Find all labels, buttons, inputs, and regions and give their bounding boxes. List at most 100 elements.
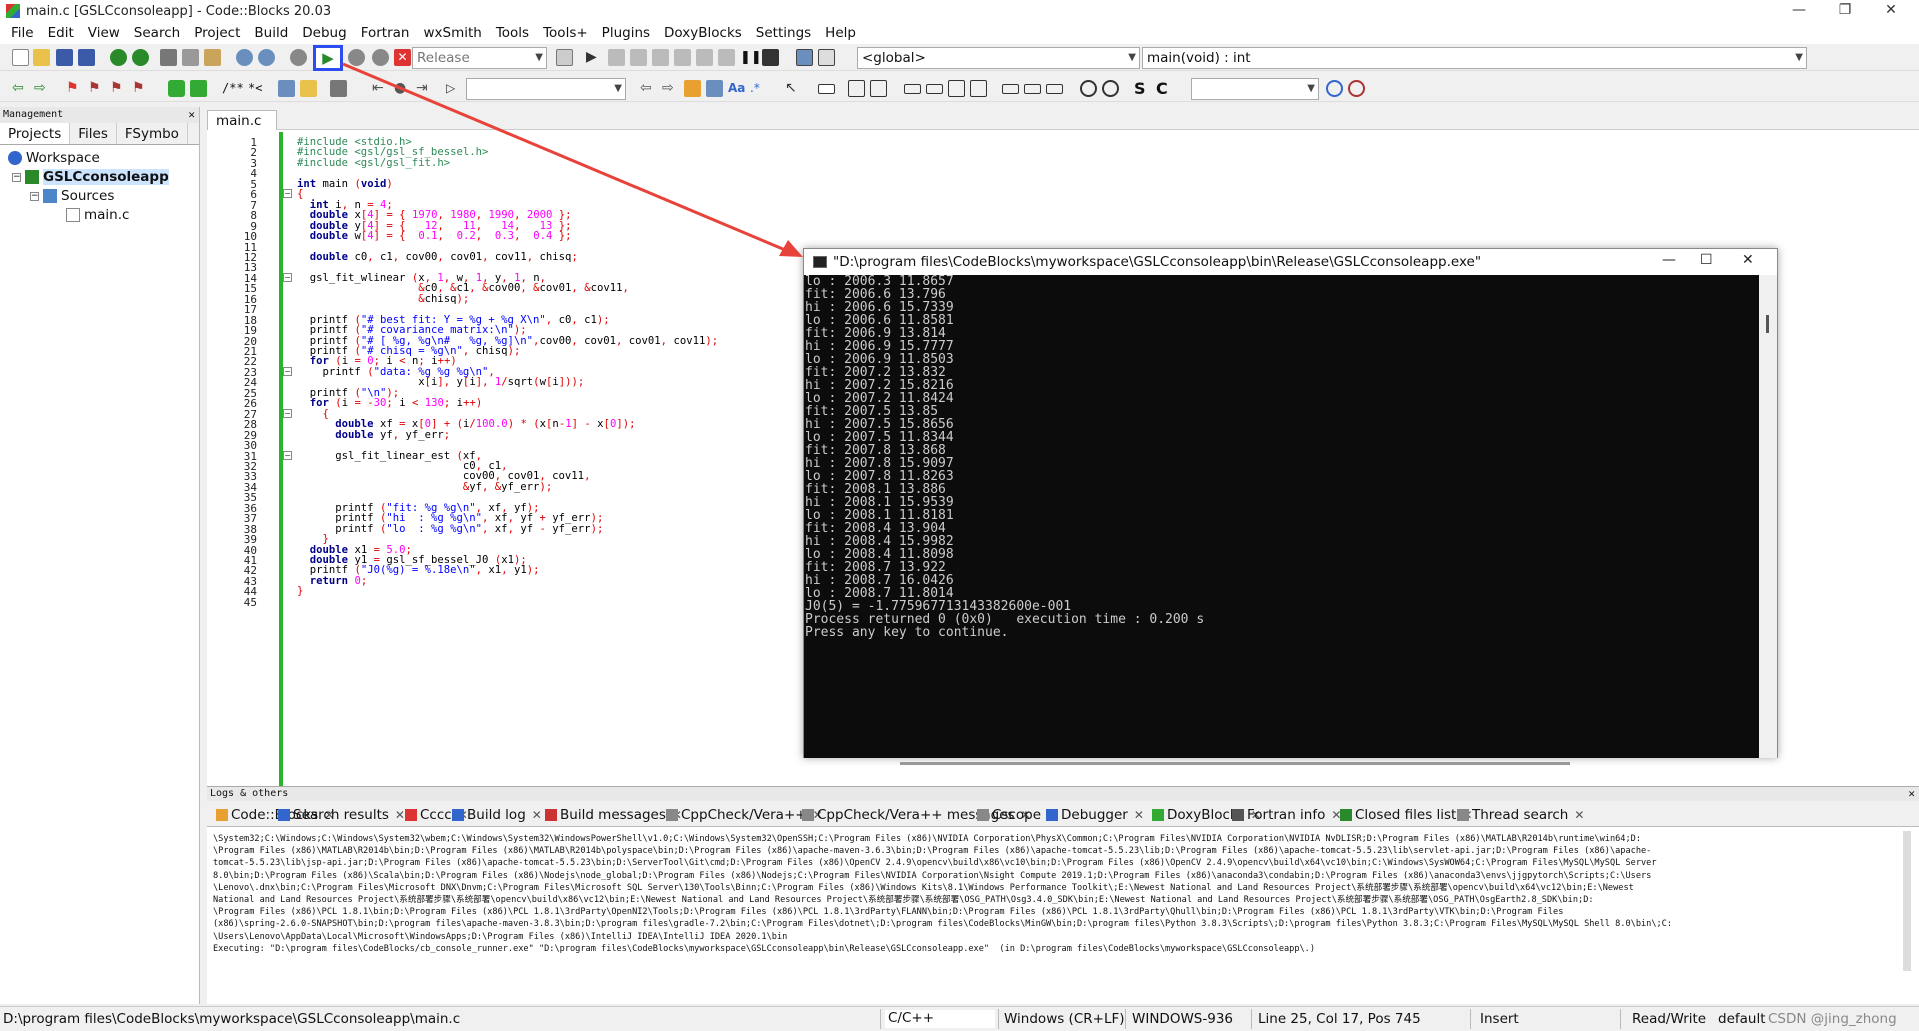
tree-item-project[interactable]: − GSLCconsoleapp <box>12 169 169 185</box>
debug-info-icon[interactable] <box>818 49 835 66</box>
log-tab-debugger[interactable]: Debugger ✕ <box>1046 805 1144 825</box>
code-line[interactable]: double c0, c1, cov00, cov01, cov11, chis… <box>297 251 578 264</box>
menu-fortran[interactable]: Fortran <box>354 25 417 41</box>
collapse-icon[interactable]: − <box>12 172 21 182</box>
wx-frame-icon[interactable] <box>818 84 835 94</box>
wx-sizer-icon[interactable] <box>904 84 921 94</box>
tree-item-workspace[interactable]: Workspace <box>8 150 100 166</box>
find-icon[interactable] <box>236 49 253 66</box>
wx-flex-sizer-icon[interactable] <box>970 80 987 97</box>
step-into-icon[interactable] <box>652 49 669 66</box>
collapse-icon[interactable]: − <box>30 191 39 201</box>
stop-debug-icon[interactable] <box>762 49 779 66</box>
management-tab-fsymbo[interactable]: FSymbo <box>117 123 188 144</box>
pause-icon[interactable]: ❚❚ <box>740 49 762 66</box>
highlight-icon[interactable]: ▷ <box>446 80 463 97</box>
editor-scrollbar[interactable] <box>900 762 1570 765</box>
menu-tools-[interactable]: Tools+ <box>536 25 595 41</box>
symbol-search-input[interactable]: ▼ <box>1191 78 1319 100</box>
menu-edit[interactable]: Edit <box>41 25 81 41</box>
code-line[interactable]: int main (void) <box>297 178 393 191</box>
menu-project[interactable]: Project <box>187 25 247 41</box>
code-line[interactable]: double w[4] = { 0.1, 0.2, 0.3, 0.4 }; <box>297 230 572 243</box>
log-tab-build-log[interactable]: Build log ✕ <box>452 805 542 825</box>
maximize-button[interactable]: ❐ <box>1822 0 1868 22</box>
scope-select[interactable]: <global> ▼ <box>857 47 1140 69</box>
function-select[interactable]: main(void) : int ▼ <box>1142 47 1807 69</box>
zoom-out-icon[interactable] <box>1102 80 1119 97</box>
pointer-icon[interactable]: ↖ <box>785 80 802 97</box>
tree-item-sources[interactable]: − Sources <box>30 188 114 204</box>
minimize-button[interactable]: — <box>1776 0 1822 22</box>
wx-widget-icon[interactable] <box>1046 84 1063 94</box>
management-tab-files[interactable]: Files <box>70 123 117 144</box>
wx-box-sizer-icon[interactable] <box>926 84 943 94</box>
logs-close-button[interactable]: ✕ <box>1908 787 1915 801</box>
console-output[interactable]: lo : 2006.3 11.8657 fit: 2006.6 13.796 hi … <box>804 275 1760 758</box>
run-icon[interactable]: ▶ <box>313 45 343 71</box>
regex-icon[interactable]: .* <box>750 80 767 97</box>
log-tab-close-icon[interactable]: ✕ <box>395 808 405 822</box>
code-line[interactable]: &yf, &yf_err); <box>297 481 552 494</box>
paste-icon[interactable] <box>204 49 221 66</box>
console-minimize-button[interactable]: — <box>1662 252 1676 268</box>
doxy-extract-icon[interactable] <box>300 80 317 97</box>
log-tab-close-icon[interactable]: ✕ <box>1574 808 1584 822</box>
redo-icon[interactable] <box>132 49 149 66</box>
nav-forward-icon[interactable]: ⇨ <box>34 80 51 97</box>
log-tab-closed-files-list[interactable]: Closed files list✕ <box>1340 805 1472 825</box>
bookmark-prev-icon[interactable]: ⚑ <box>88 80 105 97</box>
code-line[interactable]: double yf, yf_err; <box>297 429 450 442</box>
debug-start-icon[interactable]: ▶ <box>586 49 603 66</box>
console-maximize-button[interactable]: ☐ <box>1700 252 1713 268</box>
cut-icon[interactable] <box>160 49 177 66</box>
rebuild-icon[interactable] <box>372 49 389 66</box>
log-scrollbar[interactable] <box>1903 831 1911 971</box>
highlight-search-input[interactable]: ▼ <box>466 78 626 100</box>
selection-icon[interactable] <box>706 80 723 97</box>
menu-search[interactable]: Search <box>127 25 187 41</box>
fold-marker-icon[interactable]: − <box>283 189 292 199</box>
build-and-run-icon[interactable] <box>348 49 365 66</box>
menu-help[interactable]: Help <box>818 25 863 41</box>
wx-spacer-icon[interactable] <box>1002 84 1019 94</box>
jump-icon[interactable]: ● <box>394 80 411 97</box>
build-target-select[interactable]: Release ▼ <box>412 47 547 69</box>
log-tab-thread-search[interactable]: Thread search ✕ <box>1457 805 1584 825</box>
menu-settings[interactable]: Settings <box>749 25 818 41</box>
undo-icon[interactable] <box>110 49 127 66</box>
fold-marker-icon[interactable]: − <box>283 450 292 460</box>
tree-item-main-c[interactable]: main.c <box>66 207 129 223</box>
abort-icon[interactable]: ✕ <box>394 49 411 66</box>
doxy-block-icon[interactable] <box>168 80 185 97</box>
next-instruction-icon[interactable] <box>696 49 713 66</box>
comment-block-icon[interactable]: /** <box>222 80 244 97</box>
next-line-icon[interactable] <box>630 49 647 66</box>
nav-back-icon[interactable]: ⇦ <box>12 80 29 97</box>
console-scroll-thumb[interactable] <box>1766 315 1769 333</box>
symbol-c-icon[interactable]: C <box>1156 80 1173 97</box>
replace-icon[interactable] <box>258 49 275 66</box>
menu-doxyblocks[interactable]: DoxyBlocks <box>657 25 749 41</box>
menu-plugins[interactable]: Plugins <box>595 25 657 41</box>
wx-dialog-icon[interactable] <box>848 80 865 97</box>
log-tab-fortran-info[interactable]: Fortran info ✕ <box>1232 805 1341 825</box>
symbol-settings-icon[interactable] <box>1348 80 1365 97</box>
code-line[interactable]: &chisq); <box>297 293 469 306</box>
bookmark-next-icon[interactable]: ⚑ <box>110 80 127 97</box>
fold-marker-icon[interactable]: − <box>283 408 292 418</box>
fold-marker-icon[interactable]: − <box>283 366 292 376</box>
management-tab-projects[interactable]: Projects <box>0 123 71 144</box>
step-instruction-icon[interactable] <box>718 49 735 66</box>
console-close-button[interactable]: ✕ <box>1742 252 1754 268</box>
doxy-line-icon[interactable] <box>190 80 207 97</box>
menu-build[interactable]: Build <box>247 25 295 41</box>
zoom-in-icon[interactable] <box>1080 80 1097 97</box>
menu-view[interactable]: View <box>81 25 127 41</box>
jump-back-icon[interactable]: ⇤ <box>372 80 389 97</box>
save-all-icon[interactable] <box>78 49 95 66</box>
run-to-cursor-icon[interactable] <box>608 49 625 66</box>
match-case-icon[interactable]: Aa <box>728 80 745 97</box>
close-button[interactable]: ✕ <box>1868 0 1914 22</box>
highlight-marker-icon[interactable] <box>684 80 701 97</box>
